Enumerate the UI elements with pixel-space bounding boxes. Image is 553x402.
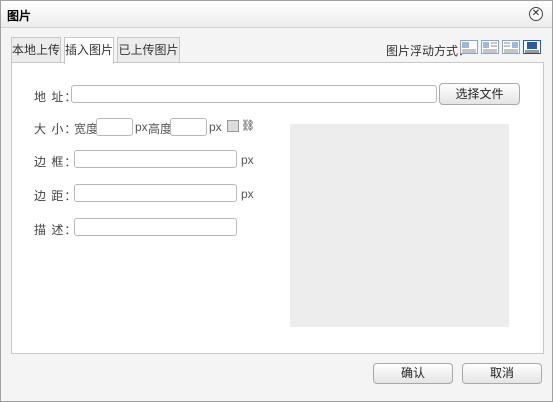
tab-insert-image[interactable]: 插入图片	[64, 37, 114, 64]
chain-link-icon[interactable]: ⛓	[241, 119, 255, 132]
border-input[interactable]	[74, 150, 237, 168]
margin-unit: px	[241, 187, 254, 201]
description-label: 描 述：	[34, 223, 78, 237]
confirm-button[interactable]: 确认	[373, 363, 453, 384]
float-none-icon[interactable]	[460, 40, 478, 54]
border-label: 边 框：	[34, 155, 78, 169]
image-dialog: 图片 ✕ 本地上传 插入图片 已上传图片 图片浮动方式： 地 址： 选择文件 大…	[0, 0, 553, 402]
image-preview	[290, 124, 509, 327]
width-unit: px	[135, 120, 148, 134]
close-icon[interactable]: ✕	[529, 7, 543, 21]
width-label: 宽度	[74, 122, 99, 136]
size-label: 大 小：	[34, 122, 78, 136]
height-unit: px	[209, 120, 222, 134]
float-mode-label: 图片浮动方式：	[386, 44, 471, 58]
cancel-button[interactable]: 取消	[462, 363, 542, 384]
lock-ratio-checkbox[interactable]	[227, 120, 239, 132]
insert-image-panel: 地 址： 选择文件 大 小： 宽度 px 高度 px ⛓ 边 框： px 边 距…	[11, 62, 544, 354]
float-center-icon[interactable]	[523, 40, 541, 54]
dialog-title: 图片	[7, 9, 32, 23]
float-left-icon[interactable]	[481, 40, 499, 54]
tab-local-upload[interactable]: 本地上传	[11, 37, 61, 62]
tab-uploaded-images[interactable]: 已上传图片	[117, 37, 180, 62]
address-input[interactable]	[71, 85, 437, 103]
border-unit: px	[241, 153, 254, 167]
choose-file-button[interactable]: 选择文件	[439, 83, 520, 105]
height-input[interactable]	[170, 118, 207, 136]
description-input[interactable]	[74, 218, 237, 236]
height-label: 高度	[148, 122, 173, 136]
float-right-icon[interactable]	[502, 40, 520, 54]
margin-input[interactable]	[74, 184, 237, 202]
dialog-titlebar: 图片 ✕	[1, 1, 552, 28]
width-input[interactable]	[96, 118, 133, 136]
margin-label: 边 距：	[34, 189, 78, 203]
